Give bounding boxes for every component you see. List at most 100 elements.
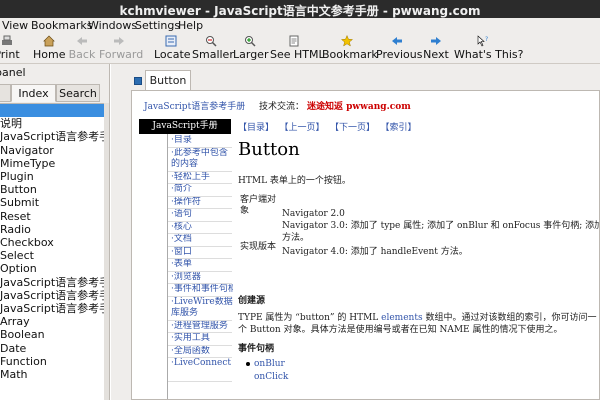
menu-help[interactable]: Help [178, 19, 203, 32]
client-object-label: 客户端对象 [240, 195, 277, 216]
side-nav-link[interactable]: ·实用工具 [171, 333, 233, 344]
whats-this-button[interactable]: ? What's This? [454, 34, 523, 64]
menu-settings[interactable]: Settings [135, 19, 180, 32]
side-nav-link[interactable]: ·表单 [171, 259, 233, 270]
arrow-right-icon [114, 37, 124, 45]
index-item[interactable]: Radio [0, 223, 104, 236]
index-item[interactable]: Submit [0, 196, 104, 209]
larger-button[interactable]: Larger [233, 34, 268, 64]
svg-text:?: ? [485, 36, 488, 43]
home-icon [43, 35, 55, 47]
document-area: Button JavaScript语言参考手册 技术交流： 迷途知返 pwwan… [111, 64, 600, 400]
side-nav-link[interactable]: ·窗口 [171, 247, 233, 258]
side-nav-link[interactable]: ·操作符 [171, 197, 233, 208]
elements-link[interactable]: elements [381, 313, 422, 323]
version-line: 方法。 [282, 233, 310, 243]
nav-contents-link[interactable]: 【目录】 [238, 123, 274, 133]
side-nav-link[interactable]: ·目录 [171, 135, 233, 146]
index-item[interactable]: Select [0, 249, 104, 262]
nav-previous-link[interactable]: 【上一页】 [284, 123, 325, 133]
index-item[interactable]: MimeType [0, 157, 104, 170]
bookmark-button[interactable]: Bookmark [322, 34, 378, 64]
event-link[interactable]: onClick [254, 372, 288, 382]
zoom-out-icon [206, 36, 217, 47]
tab-search[interactable]: Search [56, 84, 100, 102]
index-item[interactable]: Option [0, 262, 104, 275]
side-nav-link[interactable]: ·语句 [171, 209, 233, 220]
implementation-label: 实现版本 [240, 242, 277, 252]
home-button[interactable]: Home [33, 34, 65, 64]
side-nav-link[interactable]: ·全局函数 [171, 346, 233, 357]
nav-links: 【目录】 【上一页】 【下一页】 【索引】 [238, 120, 427, 133]
index-item[interactable]: Array [0, 315, 104, 328]
panel-title: panel [0, 66, 26, 79]
index-item[interactable]: Button [0, 183, 104, 196]
index-list[interactable]: 说明JavaScript语言参考手...NavigatorMimeTypePlu… [0, 103, 104, 400]
title-bar: kchmviewer - JavaScript语言中文参考手册 - pwwang… [0, 0, 600, 18]
tab-contents[interactable] [0, 84, 11, 102]
index-scrollbar[interactable] [104, 103, 109, 400]
index-item[interactable]: JavaScript语言参考手... [0, 302, 104, 315]
bullet [246, 362, 250, 366]
previous-button[interactable]: Previous [376, 34, 423, 64]
index-item[interactable]: Reset [0, 210, 104, 223]
side-nav: ·目录 ·此参考中包含的内容 ·轻松上手 ·简介 ·操作符 ·语句 ·核心 ·文档 ·窗口 ·表单… [167, 134, 233, 399]
toolbar: Print Home Back Forward Locate Smaller L… [0, 34, 600, 64]
smaller-button[interactable]: Smaller [192, 34, 234, 64]
whats-this-icon: ? [477, 35, 488, 47]
printer-icon [2, 35, 12, 45]
page-description: HTML 表单上的一个按钮。 [238, 176, 351, 186]
print-button[interactable]: Print [0, 34, 20, 64]
index-item[interactable]: Function [0, 355, 104, 368]
side-nav-link[interactable]: ·简介 [171, 184, 233, 195]
manual-link[interactable]: JavaScript语言参考手册 [144, 99, 245, 112]
window-title: kchmviewer - JavaScript语言中文参考手册 - pwwang… [119, 4, 481, 18]
menu-bookmarks[interactable]: Bookmarks [31, 19, 92, 32]
section-paragraph: TYPE 属性为 “button” 的 HTML elements 数组中。通过… [238, 313, 597, 335]
version-line: Navigator 4.0: 添加了 handleEvent 方法。 [282, 247, 468, 257]
side-nav-link[interactable]: ·LiveWire数据库服务 [171, 297, 233, 319]
index-item[interactable]: 说明 [0, 117, 104, 130]
section-heading: 创建源 [238, 296, 266, 306]
menu-view[interactable]: View [2, 19, 28, 32]
side-nav-link[interactable]: ·核心 [171, 222, 233, 233]
event-link[interactable]: onBlur [254, 359, 285, 369]
index-item[interactable]: JavaScript语言参考手... [0, 289, 104, 302]
forward-button[interactable]: Forward [99, 34, 143, 64]
see-html-button[interactable]: See HTML [270, 34, 325, 64]
site-link[interactable]: 迷途知返 pwwang.com [307, 99, 411, 112]
tab-button-page[interactable]: Button [145, 70, 191, 90]
side-nav-link[interactable]: ·LiveConnect [171, 358, 233, 369]
side-nav-link[interactable]: ·此参考中包含的内容 [171, 148, 233, 170]
locate-icon [165, 35, 177, 47]
nav-next-link[interactable]: 【下一页】 [335, 123, 376, 133]
index-item[interactable] [0, 104, 104, 117]
page-icon [134, 77, 142, 85]
section-heading: 事件句柄 [238, 344, 275, 354]
tab-index[interactable]: Index [11, 84, 56, 102]
next-button[interactable]: Next [422, 34, 450, 64]
index-item[interactable]: Checkbox [0, 236, 104, 249]
index-item[interactable]: JavaScript语言参考手... [0, 130, 104, 143]
menu-windows[interactable]: Windows [88, 19, 137, 32]
page-title: Button [238, 139, 300, 160]
locate-button[interactable]: Locate [154, 34, 191, 64]
zoom-in-icon [245, 36, 256, 47]
index-item[interactable]: Navigator [0, 144, 104, 157]
side-nav-link[interactable]: ·文档 [171, 234, 233, 245]
index-item[interactable]: JavaScript语言参考手册 [0, 276, 104, 289]
side-nav-link[interactable]: ·事件和事件句柄 [171, 284, 233, 295]
back-button[interactable]: Back [68, 34, 96, 64]
version-line: Navigator 3.0: 添加了 type 属性; 添加了 onBlur 和… [282, 221, 599, 231]
side-nav-link[interactable]: ·轻松上手 [171, 172, 233, 183]
index-item[interactable]: Boolean [0, 328, 104, 341]
side-nav-link[interactable]: ·进程管理服务 [171, 321, 233, 332]
version-line: Navigator 2.0 [282, 209, 345, 219]
html-source-icon [289, 35, 299, 47]
side-nav-link[interactable]: ·浏览器 [171, 272, 233, 283]
index-item[interactable]: Plugin [0, 170, 104, 183]
arrow-left-icon [77, 37, 87, 45]
nav-index-link[interactable]: 【索引】 [385, 123, 417, 133]
index-item[interactable]: Date [0, 342, 104, 355]
index-item[interactable]: Math [0, 368, 104, 381]
